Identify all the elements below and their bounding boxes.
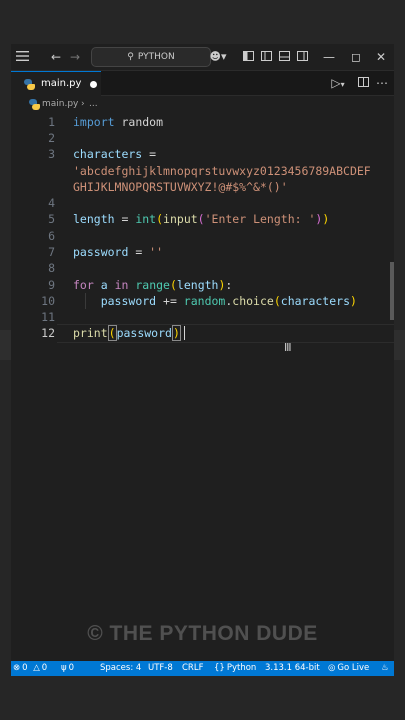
watermark: © THE PYTHON DUDE: [87, 622, 318, 645]
vscode-window: ← → ⚲ PYTHON ☻▾ — ◻ ✕ main.py ▷▾ ⋯ main.…: [11, 44, 394, 676]
line-number-active: 12: [41, 326, 55, 340]
split-editor-icon[interactable]: [357, 74, 369, 92]
mouse-ibeam-cursor-icon: Ⅲ: [284, 341, 292, 354]
close-icon[interactable]: ✕: [375, 48, 387, 66]
error-icon: ⊗: [13, 663, 21, 673]
status-indentation[interactable]: Spaces: 4: [100, 661, 141, 676]
broadcast-icon: ◎: [328, 663, 336, 673]
forward-arrow-icon[interactable]: →: [68, 48, 82, 66]
line-number: 4: [48, 196, 55, 210]
status-encoding[interactable]: UTF-8: [148, 661, 173, 676]
code-editor[interactable]: 1 2 3 4 5 6 7 8 9 10 11 12 import random…: [11, 114, 394, 660]
command-center-search[interactable]: ⚲ PYTHON: [91, 47, 211, 67]
code-line-5: length = int(input('Enter Length: ')): [73, 212, 330, 226]
toggle-primary-sidebar-icon[interactable]: [242, 48, 254, 66]
code-line-1: import random: [73, 115, 164, 129]
line-number: 9: [48, 278, 55, 292]
search-icon: ⚲: [127, 52, 134, 62]
braces-icon: {}: [214, 663, 225, 673]
python-file-icon: [29, 99, 40, 110]
warning-icon: △: [33, 663, 40, 673]
tab-main-py[interactable]: main.py: [11, 71, 101, 96]
line-number: 8: [48, 261, 55, 275]
status-eol[interactable]: CRLF: [182, 661, 203, 676]
back-arrow-icon[interactable]: ←: [49, 48, 63, 66]
title-bar: ← → ⚲ PYTHON ☻▾ — ◻ ✕: [11, 44, 394, 71]
more-icon[interactable]: ⋯: [375, 74, 389, 92]
breadcrumb: main.py › ...: [11, 96, 394, 113]
video-background-band: [0, 0, 405, 44]
breadcrumb-separator-icon: ›: [81, 99, 85, 109]
line-number: 10: [41, 294, 55, 308]
code-line-7: password = '': [73, 245, 164, 259]
code-line-10: password += random.choice(characters): [100, 294, 357, 308]
status-interpreter[interactable]: 3.13.1 64-bit: [265, 661, 320, 676]
line-number: 2: [48, 131, 55, 145]
code-line-3-wrap-b: GHIJKLMNOPQRSTUVWXYZ!@#$%^&*()': [73, 180, 288, 194]
breadcrumb-more[interactable]: ...: [89, 96, 98, 113]
toggle-secondary-sidebar-icon[interactable]: [296, 48, 308, 66]
menu-icon[interactable]: [14, 48, 30, 66]
line-number: 1: [48, 115, 55, 129]
status-bar: ⊗ 0 △ 0 ψ0 Spaces: 4 UTF-8 CRLF {} Python 3…: [11, 661, 394, 676]
code-line-3-wrap-a: 'abcdefghijklmnopqrstuvwxyz0123456789ABC…: [73, 164, 371, 178]
copilot-icon[interactable]: ☻▾: [207, 48, 229, 66]
maximize-icon[interactable]: ◻: [350, 48, 362, 66]
toggle-sidebar-icon[interactable]: [260, 48, 272, 66]
breadcrumb-file[interactable]: main.py: [42, 96, 78, 113]
search-label: PYTHON: [137, 52, 175, 62]
code-line-3: characters =: [73, 147, 157, 161]
line-number: 11: [41, 310, 55, 324]
code-line-9: for a in range(length):: [73, 278, 233, 292]
python-file-icon: [24, 79, 35, 90]
status-ports[interactable]: ψ0: [61, 661, 74, 676]
tab-label: main.py: [41, 78, 82, 89]
line-number: 6: [48, 229, 55, 243]
text-caret: [184, 326, 185, 340]
status-go-live[interactable]: ◎ Go Live: [328, 661, 369, 676]
line-number: 5: [48, 212, 55, 226]
notification-icon[interactable]: ♨: [381, 661, 389, 676]
minimize-icon[interactable]: —: [323, 48, 335, 66]
code-line-12: print(password): [73, 325, 181, 341]
status-language[interactable]: {} Python: [214, 661, 256, 676]
scrollbar-thumb[interactable]: [390, 262, 394, 320]
run-icon[interactable]: ▷▾: [329, 74, 347, 92]
ports-icon: ψ: [61, 663, 67, 673]
line-number: 7: [48, 245, 55, 259]
unsaved-dot-icon[interactable]: [90, 81, 97, 88]
toggle-panel-icon[interactable]: [278, 48, 290, 66]
editor-tab-bar: main.py ▷▾ ⋯: [11, 71, 394, 96]
status-problems[interactable]: ⊗ 0 △ 0: [13, 661, 47, 676]
line-number: 3: [48, 147, 55, 161]
